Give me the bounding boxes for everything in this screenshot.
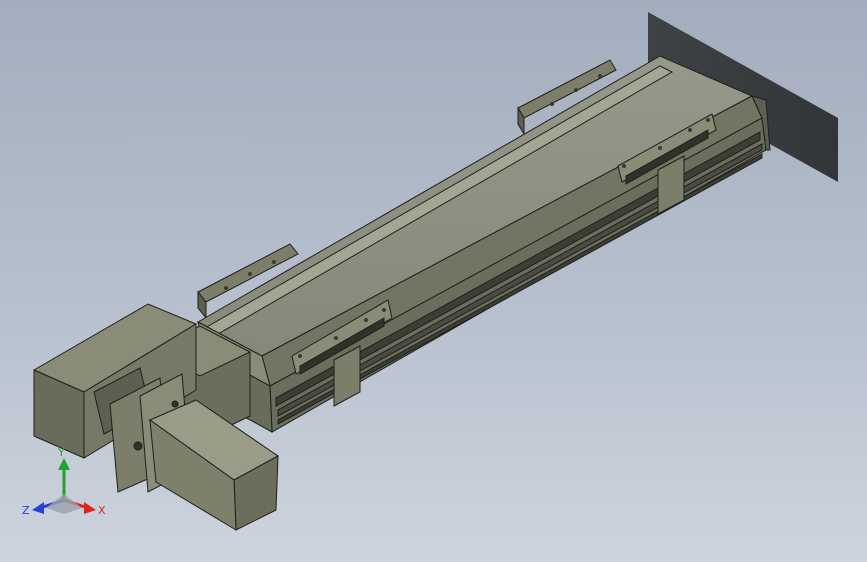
axis-triad[interactable]: Y X Z	[22, 448, 112, 528]
x-axis-label: X	[98, 504, 106, 517]
triad-base	[46, 494, 82, 514]
triad-axes	[32, 458, 96, 514]
y-axis-arrow	[58, 458, 70, 470]
rail-body	[196, 55, 771, 433]
cad-viewport[interactable]: Y X Z	[0, 0, 867, 562]
z-axis-label: Z	[22, 504, 30, 517]
linear-actuator-model[interactable]	[0, 0, 867, 562]
z-axis-arrow	[32, 502, 44, 514]
x-axis-arrow	[84, 502, 96, 514]
y-axis-label: Y	[57, 448, 65, 459]
